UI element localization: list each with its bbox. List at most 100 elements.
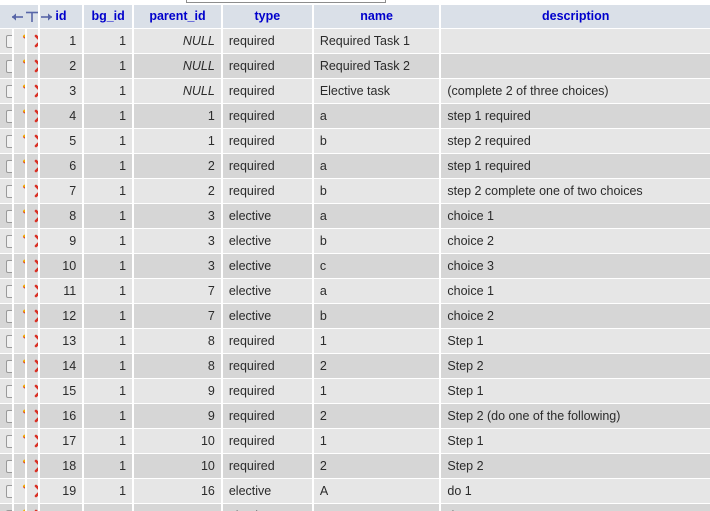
row-checkbox[interactable] (6, 409, 11, 423)
row-delete-cell[interactable] (25, 303, 40, 329)
row-delete-cell[interactable] (25, 278, 40, 304)
row-select-cell[interactable] (0, 453, 14, 479)
row-select-cell[interactable] (0, 228, 14, 254)
column-header-name[interactable]: name (312, 5, 442, 29)
row-edit-cell[interactable] (12, 378, 27, 404)
column-header-type[interactable]: type (221, 5, 314, 29)
row-checkbox[interactable] (6, 309, 11, 323)
row-checkbox[interactable] (6, 484, 11, 498)
row-select-cell[interactable] (0, 28, 14, 54)
row-edit-cell[interactable] (12, 203, 27, 229)
row-select-cell[interactable] (0, 403, 14, 429)
table-row[interactable]: 10 1 3 elective c choice 3 (0, 253, 710, 279)
row-checkbox[interactable] (6, 384, 11, 398)
row-checkbox[interactable] (6, 84, 11, 98)
row-delete-cell[interactable] (25, 478, 40, 504)
row-select-cell[interactable] (0, 478, 14, 504)
table-row[interactable]: 19 1 16 elective Ado 1 (0, 478, 710, 504)
row-edit-cell[interactable] (12, 178, 27, 204)
row-checkbox[interactable] (6, 34, 11, 48)
row-checkbox[interactable] (6, 184, 11, 198)
table-row[interactable]: 4 1 1 required a step 1 required (0, 103, 710, 129)
row-delete-cell[interactable] (25, 353, 40, 379)
row-select-cell[interactable] (0, 328, 14, 354)
column-header-bg-id[interactable]: bg_id (83, 5, 135, 29)
table-row[interactable]: 15 1 9 required 1 Step 1 (0, 378, 710, 404)
row-edit-cell[interactable] (12, 428, 27, 454)
row-delete-cell[interactable] (25, 253, 40, 279)
table-row[interactable]: 20116electiveBdo 2 (0, 503, 710, 511)
row-delete-cell[interactable] (25, 428, 40, 454)
row-checkbox[interactable] (6, 159, 11, 173)
row-edit-cell[interactable] (12, 503, 27, 511)
row-select-cell[interactable] (0, 178, 14, 204)
table-row[interactable]: 6 1 2 required a step 1 required (0, 153, 710, 179)
row-delete-cell[interactable] (25, 78, 40, 104)
table-row[interactable]: 7 1 2 required b step 2 complete one of two c… (0, 178, 710, 204)
row-edit-cell[interactable] (12, 278, 27, 304)
row-select-cell[interactable] (0, 353, 14, 379)
row-select-cell[interactable] (0, 378, 14, 404)
column-header-parent-id[interactable]: parent_id (133, 5, 223, 29)
table-row[interactable]: 17 1 10 required 1 Step 1 (0, 428, 710, 454)
row-edit-cell[interactable] (12, 78, 27, 104)
row-edit-cell[interactable] (12, 53, 27, 79)
row-actions-header[interactable] (0, 5, 52, 29)
row-edit-cell[interactable] (12, 253, 27, 279)
row-select-cell[interactable] (0, 203, 14, 229)
row-delete-cell[interactable] (25, 53, 40, 79)
table-row[interactable]: 1 1 NULL required Required Task 1 (0, 28, 710, 54)
table-row[interactable]: 3 1 NULL required Elective task (complete 2 o… (0, 78, 710, 104)
row-checkbox[interactable] (6, 459, 11, 473)
row-edit-cell[interactable] (12, 103, 27, 129)
table-row[interactable]: 16 1 9 required 2 Step 2 (do one of the follo… (0, 403, 710, 429)
table-row[interactable]: 13 1 8 required 1 Step 1 (0, 328, 710, 354)
row-checkbox[interactable] (6, 109, 11, 123)
row-edit-cell[interactable] (12, 353, 27, 379)
row-select-cell[interactable] (0, 103, 14, 129)
row-delete-cell[interactable] (25, 328, 40, 354)
row-edit-cell[interactable] (12, 28, 27, 54)
row-delete-cell[interactable] (25, 103, 40, 129)
row-checkbox[interactable] (6, 234, 11, 248)
row-delete-cell[interactable] (25, 203, 40, 229)
row-checkbox[interactable] (6, 259, 11, 273)
table-row[interactable]: 14 1 8 required 2 Step 2 (0, 353, 710, 379)
table-row[interactable]: 9 1 3 elective b choice 2 (0, 228, 710, 254)
row-select-cell[interactable] (0, 78, 14, 104)
row-delete-cell[interactable] (25, 503, 40, 511)
row-select-cell[interactable] (0, 128, 14, 154)
row-checkbox[interactable] (6, 134, 11, 148)
row-checkbox[interactable] (6, 359, 11, 373)
row-delete-cell[interactable] (25, 403, 40, 429)
table-row[interactable]: 2 1 NULL required Required Task 2 (0, 53, 710, 79)
row-select-cell[interactable] (0, 153, 14, 179)
table-row[interactable]: 11 1 7 elective a choice 1 (0, 278, 710, 304)
column-header-description[interactable]: description (440, 5, 710, 29)
sort-direction-marker[interactable] (6, 9, 58, 24)
row-delete-cell[interactable] (25, 178, 40, 204)
row-edit-cell[interactable] (12, 128, 27, 154)
row-select-cell[interactable] (0, 428, 14, 454)
row-edit-cell[interactable] (12, 303, 27, 329)
toolbar-text-input[interactable] (186, 0, 386, 3)
row-delete-cell[interactable] (25, 228, 40, 254)
table-row[interactable]: 18 1 10 required 2 Step 2 (0, 453, 710, 479)
row-edit-cell[interactable] (12, 453, 27, 479)
row-checkbox[interactable] (6, 59, 11, 73)
row-edit-cell[interactable] (12, 403, 27, 429)
row-select-cell[interactable] (0, 253, 14, 279)
row-delete-cell[interactable] (25, 378, 40, 404)
row-select-cell[interactable] (0, 53, 14, 79)
row-select-cell[interactable] (0, 303, 14, 329)
row-edit-cell[interactable] (12, 228, 27, 254)
table-row[interactable]: 8 1 3 elective a choice 1 (0, 203, 710, 229)
row-select-cell[interactable] (0, 278, 14, 304)
row-edit-cell[interactable] (12, 328, 27, 354)
row-edit-cell[interactable] (12, 153, 27, 179)
row-checkbox[interactable] (6, 334, 11, 348)
row-checkbox[interactable] (6, 284, 11, 298)
row-delete-cell[interactable] (25, 28, 40, 54)
row-checkbox[interactable] (6, 209, 11, 223)
row-edit-cell[interactable] (12, 478, 27, 504)
